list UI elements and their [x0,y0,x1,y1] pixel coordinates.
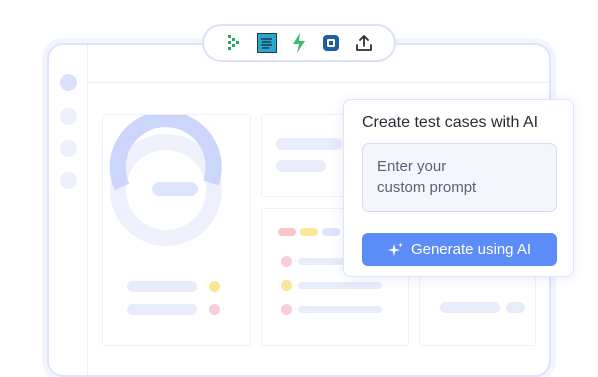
sidebar-dot [60,108,77,125]
legend-bar [127,281,197,292]
row-dot-pink [281,256,292,267]
donut-center-label [152,182,198,196]
tag-red [278,228,296,236]
legend-dot-yellow [209,281,220,292]
jira-icon[interactable] [223,32,245,54]
generate-ai-label: Generate using AI [410,241,532,258]
summary-line [276,138,342,150]
sidebar-dot [60,140,77,157]
sidebar-dot [60,172,77,189]
legend-dot-pink [209,304,220,315]
sparkle-icon [387,242,403,256]
bolt-icon[interactable] [288,32,310,54]
custom-prompt-input[interactable]: Enter your custom prompt [362,143,557,212]
donut-chart [109,115,222,246]
legend-bar [127,304,197,315]
ai-test-case-popup: Create test cases with AI Enter your cus… [343,99,574,277]
sidebar-dot-active [60,74,77,91]
row-dot-pink [281,304,292,315]
summary-line [276,160,326,172]
integration-toolbar [202,24,396,62]
tag-yellow [300,228,318,236]
qase-icon[interactable] [320,32,342,54]
popup-title: Create test cases with AI [362,114,539,131]
testrail-icon[interactable] [256,32,278,54]
upload-icon[interactable] [353,32,375,54]
row-dot-yellow [281,280,292,291]
row-line [298,282,382,289]
tag-blue [322,228,340,236]
chart-card [102,114,251,346]
header-divider [87,82,549,83]
side-line [440,302,500,313]
sidebar-divider [87,45,88,375]
row-line [298,306,382,313]
generate-ai-button[interactable]: Generate using AI [362,233,557,266]
side-line [506,302,525,313]
